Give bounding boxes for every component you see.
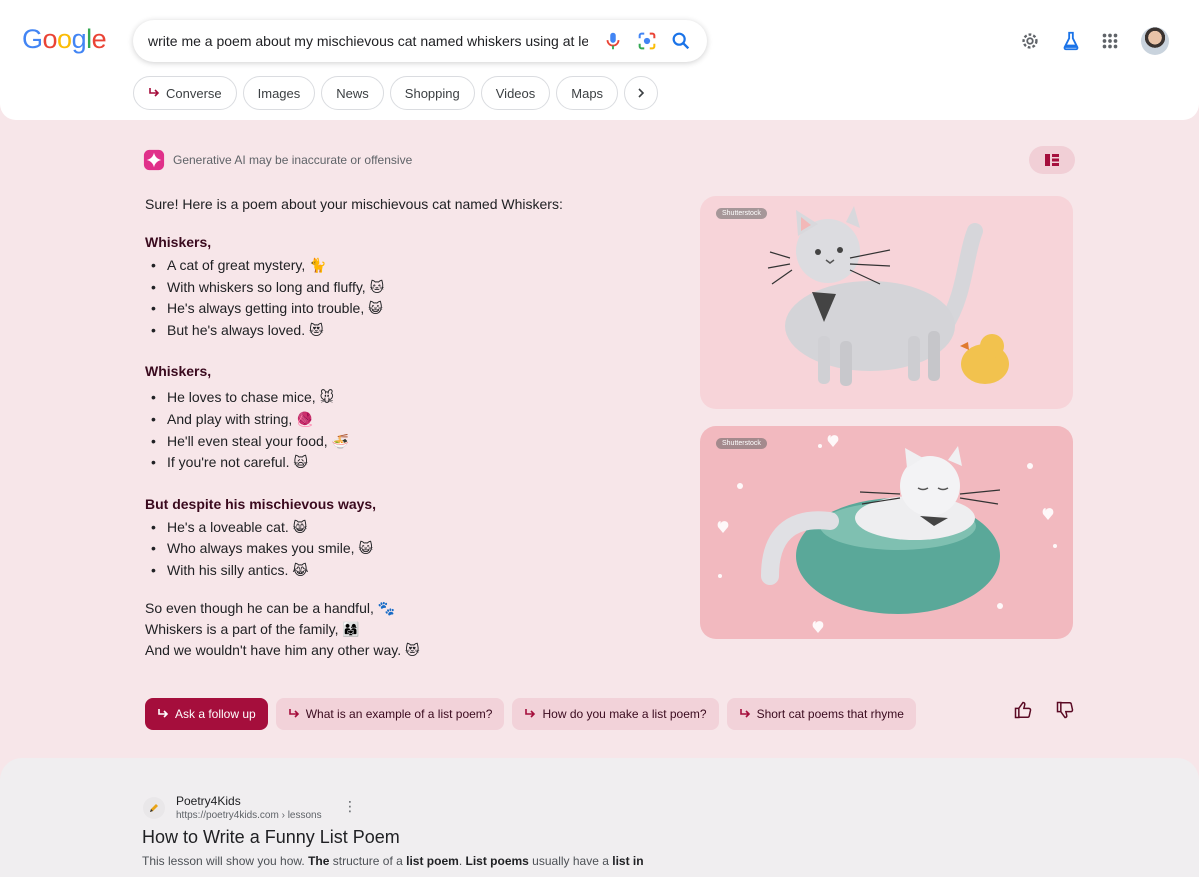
thumbs-up-icon[interactable] bbox=[1013, 700, 1033, 720]
poem-line: A cat of great mystery, 🐈 bbox=[145, 255, 665, 277]
logo-letter: o bbox=[42, 24, 58, 54]
poem-line: But he's always loved. 😻 bbox=[145, 320, 665, 342]
microphone-icon[interactable] bbox=[602, 30, 624, 52]
stanza-title: But despite his mischievous ways, bbox=[145, 495, 377, 512]
logo-letter: g bbox=[71, 24, 87, 54]
converse-arrow-icon bbox=[149, 88, 160, 97]
apps-grid-icon[interactable] bbox=[1099, 30, 1121, 52]
snippet-bold: The bbox=[308, 854, 330, 868]
site-favicon bbox=[143, 797, 165, 819]
chevron-right-icon bbox=[638, 88, 645, 98]
ask-follow-up-button[interactable]: Ask a follow up bbox=[145, 698, 268, 730]
stanza-title: Whiskers, bbox=[145, 234, 212, 250]
tab-videos[interactable]: Videos bbox=[480, 76, 551, 110]
stanza-lines: He's a loveable cat. 😸 Who always makes … bbox=[145, 517, 665, 582]
suggestion-chip[interactable]: How do you make a list poem? bbox=[512, 698, 719, 730]
answer-intro: Sure! Here is a poem about your mischiev… bbox=[145, 196, 563, 212]
image-source-label: Shutterstock bbox=[716, 438, 767, 449]
tab-label: Maps bbox=[571, 85, 604, 101]
follow-up-arrow-icon bbox=[739, 709, 750, 718]
poem-line: If you're not careful. 🙀 bbox=[145, 452, 665, 474]
tab-label: News bbox=[336, 85, 369, 101]
poem-closing: So even though he can be a handful, 🐾 Wh… bbox=[145, 598, 665, 661]
chip-label: What is an example of a list poem? bbox=[305, 707, 493, 721]
snippet-bold: list poem bbox=[406, 854, 459, 868]
cat-in-bed-illustration bbox=[717, 435, 1057, 633]
follow-up-arrow-icon bbox=[525, 709, 536, 718]
stanza-title: Whiskers, bbox=[145, 363, 212, 380]
poem-line: With his silly antics. 😹 bbox=[145, 560, 665, 582]
lens-icon[interactable] bbox=[636, 30, 658, 52]
poem-line: Whiskers is a part of the family, 👨‍👩‍👧 bbox=[145, 620, 360, 637]
more-options-icon[interactable]: ⋮ bbox=[343, 798, 357, 815]
tab-label: Converse bbox=[166, 85, 222, 101]
tab-label: Images bbox=[257, 85, 301, 101]
search-icon[interactable] bbox=[670, 30, 692, 52]
image-source-label: Shutterstock bbox=[716, 208, 767, 219]
stanza-lines: A cat of great mystery, 🐈 With whiskers … bbox=[145, 255, 665, 341]
poem-line: So even though he can be a handful, 🐾 bbox=[145, 599, 396, 616]
header: Google write me a poem about my mischiev… bbox=[0, 0, 1199, 120]
poem-line: With whiskers so long and fluffy, 🐱 bbox=[145, 277, 665, 299]
result-url[interactable]: https://poetry4kids.com › lessons bbox=[176, 810, 322, 821]
tab-shopping[interactable]: Shopping bbox=[389, 76, 475, 110]
poem-line: And we wouldn't have him any other way. … bbox=[145, 641, 420, 658]
tab-news[interactable]: News bbox=[321, 76, 384, 110]
google-logo[interactable]: Google bbox=[22, 24, 107, 55]
ai-answer: Sure! Here is a poem about your mischiev… bbox=[145, 194, 665, 661]
layout-toggle-button[interactable] bbox=[1029, 146, 1075, 174]
snippet-text: structure of a bbox=[329, 854, 407, 868]
poem-line: He's a loveable cat. 😸 bbox=[145, 517, 665, 539]
snippet-bold: list in bbox=[612, 854, 644, 868]
suggestion-chip[interactable]: What is an example of a list poem? bbox=[275, 698, 505, 730]
follow-up-arrow-icon bbox=[158, 709, 169, 718]
snippet-text: usually have a bbox=[528, 854, 613, 868]
poem-line: He loves to chase mice, 🐭 bbox=[145, 387, 665, 409]
layout-icon bbox=[1045, 154, 1059, 166]
tab-images[interactable]: Images bbox=[242, 76, 316, 110]
poem-line: And play with string, 🧶 bbox=[145, 409, 665, 431]
labs-flask-icon[interactable] bbox=[1060, 30, 1082, 52]
generative-ai-sparkle-icon bbox=[143, 149, 165, 171]
result-site-name[interactable]: Poetry4Kids bbox=[176, 794, 241, 808]
cat-illustration bbox=[767, 206, 1009, 386]
snippet-text: This lesson will show you how. bbox=[142, 854, 309, 868]
thumbs-down-icon[interactable] bbox=[1055, 700, 1075, 720]
ai-disclaimer: Generative AI may be inaccurate or offen… bbox=[173, 153, 413, 167]
poem-line: He's always getting into trouble, 😺 bbox=[145, 298, 665, 320]
poem-line: Who always makes you smile, 😺 bbox=[145, 538, 665, 560]
snippet-bold: List poems bbox=[465, 854, 529, 868]
poem-line: He'll even steal your food, 🍜 bbox=[145, 431, 665, 453]
search-input[interactable]: write me a poem about my mischievous cat… bbox=[148, 33, 588, 49]
cat-image-bed[interactable]: Shutterstock bbox=[700, 426, 1073, 639]
chip-label: Short cat poems that rhyme bbox=[756, 707, 904, 721]
suggestion-chip[interactable]: Short cat poems that rhyme bbox=[726, 698, 916, 730]
pencil-icon bbox=[150, 804, 158, 812]
tab-converse[interactable]: Converse bbox=[133, 76, 237, 110]
result-snippet: This lesson will show you how. The struc… bbox=[142, 853, 682, 870]
logo-letter: o bbox=[57, 24, 72, 54]
chip-label: How do you make a list poem? bbox=[542, 707, 707, 721]
account-avatar[interactable] bbox=[1141, 27, 1169, 55]
search-tabs: Converse Images News Shopping Videos Map… bbox=[133, 76, 659, 110]
logo-letter: e bbox=[91, 24, 107, 54]
settings-gear-icon[interactable] bbox=[1019, 30, 1041, 52]
follow-up-chips: Ask a follow up What is an example of a … bbox=[145, 698, 916, 730]
cat-image-standing[interactable]: Shutterstock bbox=[700, 196, 1073, 409]
tab-label: Shopping bbox=[404, 85, 460, 101]
chip-label: Ask a follow up bbox=[175, 707, 256, 721]
follow-up-arrow-icon bbox=[288, 709, 299, 718]
tab-label: Videos bbox=[495, 85, 536, 101]
tab-maps[interactable]: Maps bbox=[556, 76, 619, 110]
tabs-more-button[interactable] bbox=[624, 76, 659, 110]
search-box[interactable]: write me a poem about my mischievous cat… bbox=[133, 20, 707, 62]
result-title-link[interactable]: How to Write a Funny List Poem bbox=[142, 827, 400, 848]
logo-letter: G bbox=[22, 24, 43, 54]
stanza-lines: He loves to chase mice, 🐭 And play with … bbox=[145, 387, 665, 473]
